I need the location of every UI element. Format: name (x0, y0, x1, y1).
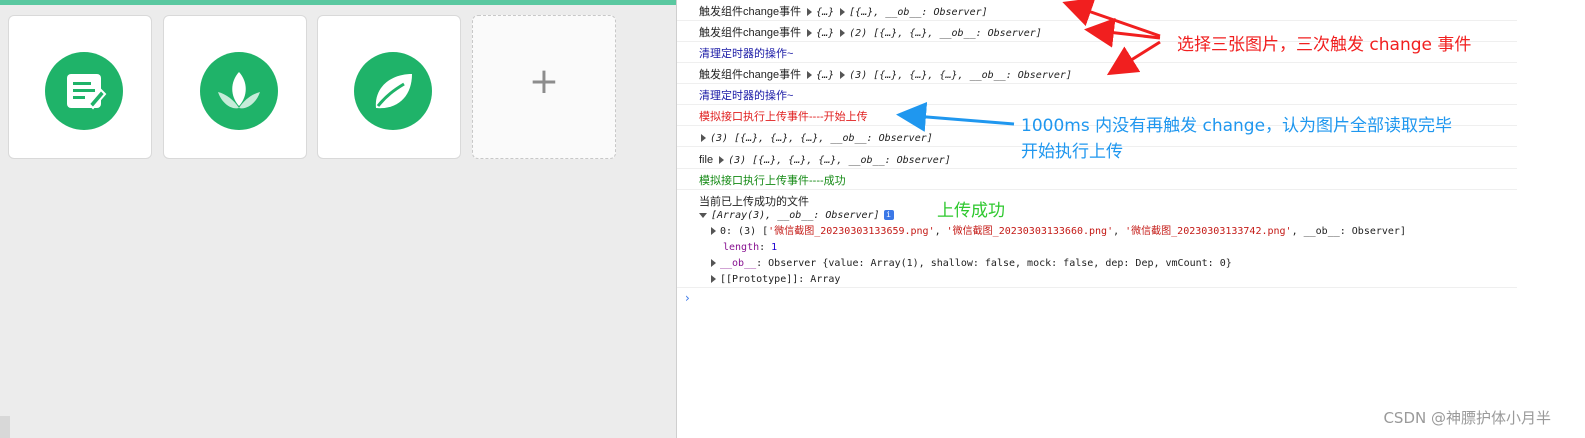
annotation-arrows (896, 0, 1161, 132)
arrow-to-start-upload (896, 101, 1015, 132)
annotation-upload-success: 上传成功 (937, 201, 1005, 221)
annotation-no-change-line1: 1000ms 内没有再触发 change，认为图片全部读取完毕 (1021, 116, 1453, 136)
watermark: CSDN @神膘护体小月半 (1383, 409, 1551, 427)
annotation-select-three: 选择三张图片，三次触发 change 事件 (1177, 35, 1472, 55)
arrow-to-change-3 (1106, 40, 1161, 76)
annotation-no-change-line2: 开始执行上传 (1021, 142, 1123, 162)
arrow-to-change-1 (1062, 0, 1161, 38)
